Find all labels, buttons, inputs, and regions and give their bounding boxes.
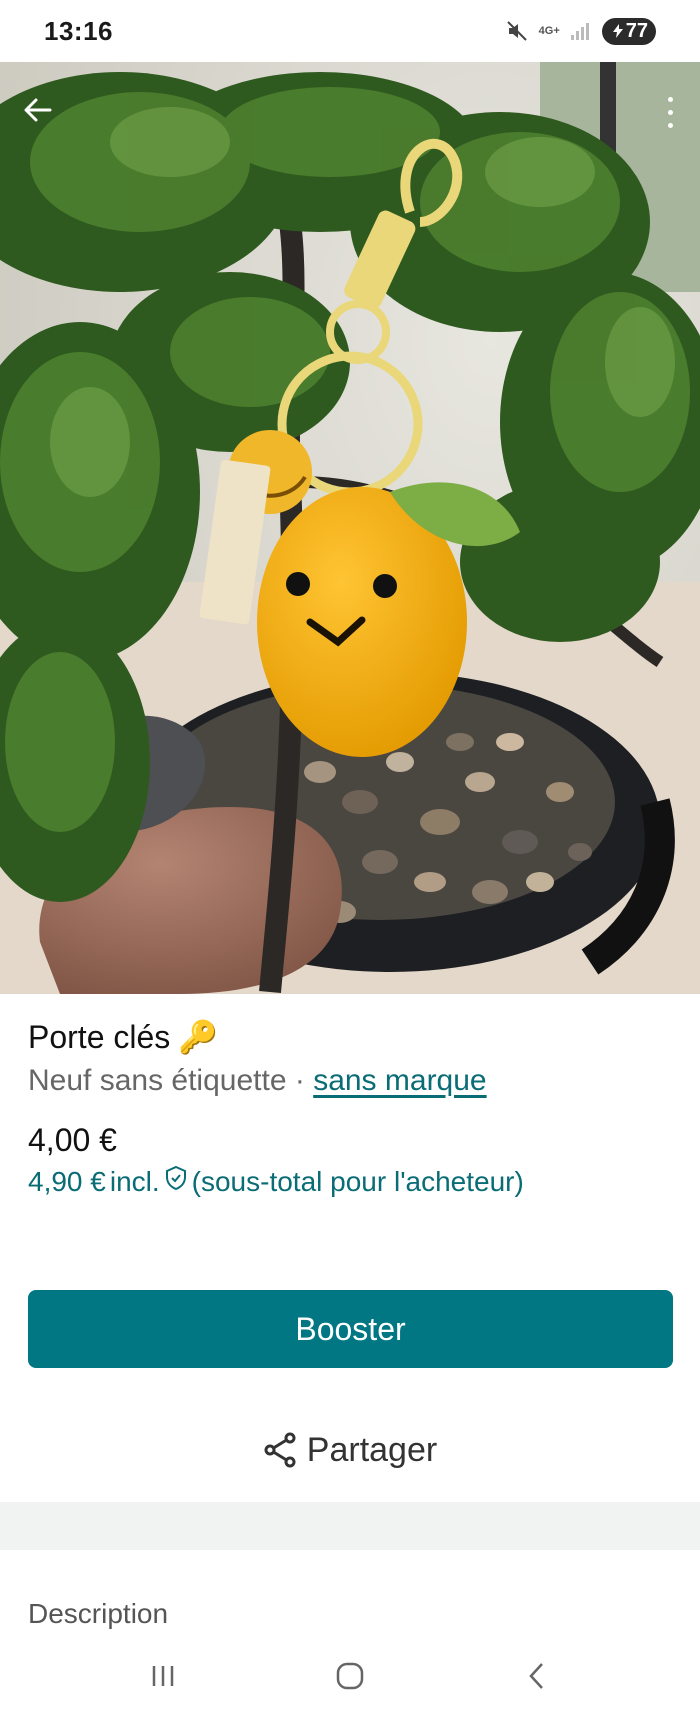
status-icons: 4G+ 77 (505, 17, 656, 45)
chevron-left-icon (528, 1662, 543, 1689)
battery-icon: 77 (601, 17, 656, 45)
buyer-price: 4,90 € (28, 1165, 106, 1197)
share-button[interactable]: Partager (0, 1420, 700, 1480)
buyer-incl: incl. (109, 1165, 160, 1197)
description-title: Description (28, 1598, 169, 1629)
more-vertical-icon[interactable] (658, 90, 682, 134)
arrow-left-icon (24, 98, 52, 122)
buyer-note: (sous-total pour l'acheteur) (191, 1165, 524, 1197)
buyer-price-row[interactable]: 4,90 € incl. (sous-total pour l'acheteur… (28, 1165, 678, 1198)
share-label: Partager (306, 1430, 438, 1469)
nav-back-button[interactable] (507, 1651, 567, 1701)
key-icon: 🔑 (178, 1019, 219, 1055)
shield-icon (164, 1165, 188, 1198)
share-icon (264, 1432, 296, 1468)
signal-icon (570, 21, 592, 41)
subtitle-separator: · (286, 1064, 314, 1097)
keychain-photo (0, 62, 700, 994)
item-subtitle: Neuf sans étiquette · sans marque (28, 1064, 678, 1098)
recent-apps-button[interactable] (133, 1651, 193, 1701)
recent-apps-icon (153, 1665, 174, 1686)
mute-icon (505, 19, 529, 43)
title-row: Porte clés 🔑 (28, 1018, 678, 1056)
item-price: 4,00 € (28, 1122, 117, 1158)
home-button[interactable] (320, 1651, 380, 1701)
back-button[interactable] (18, 90, 58, 130)
brand-link[interactable]: sans marque (313, 1064, 486, 1097)
menu-dot (667, 122, 673, 128)
status-time: 13:16 (44, 15, 113, 46)
network-label: 4G+ (538, 25, 560, 37)
item-condition: Neuf sans étiquette (28, 1064, 287, 1097)
booster-button[interactable]: Booster (28, 1290, 673, 1368)
section-separator (0, 1502, 700, 1550)
item-photo[interactable] (0, 62, 700, 994)
menu-dot (667, 109, 673, 115)
system-nav-bar (0, 1640, 700, 1711)
battery-level: 77 (625, 19, 648, 42)
item-title: Porte clés (28, 1018, 171, 1055)
status-bar: 13:16 4G+ 77 (0, 0, 700, 62)
item-info: Porte clés 🔑 Neuf sans étiquette · sans … (28, 1018, 678, 1198)
menu-dot (667, 96, 673, 102)
home-icon (336, 1662, 364, 1689)
